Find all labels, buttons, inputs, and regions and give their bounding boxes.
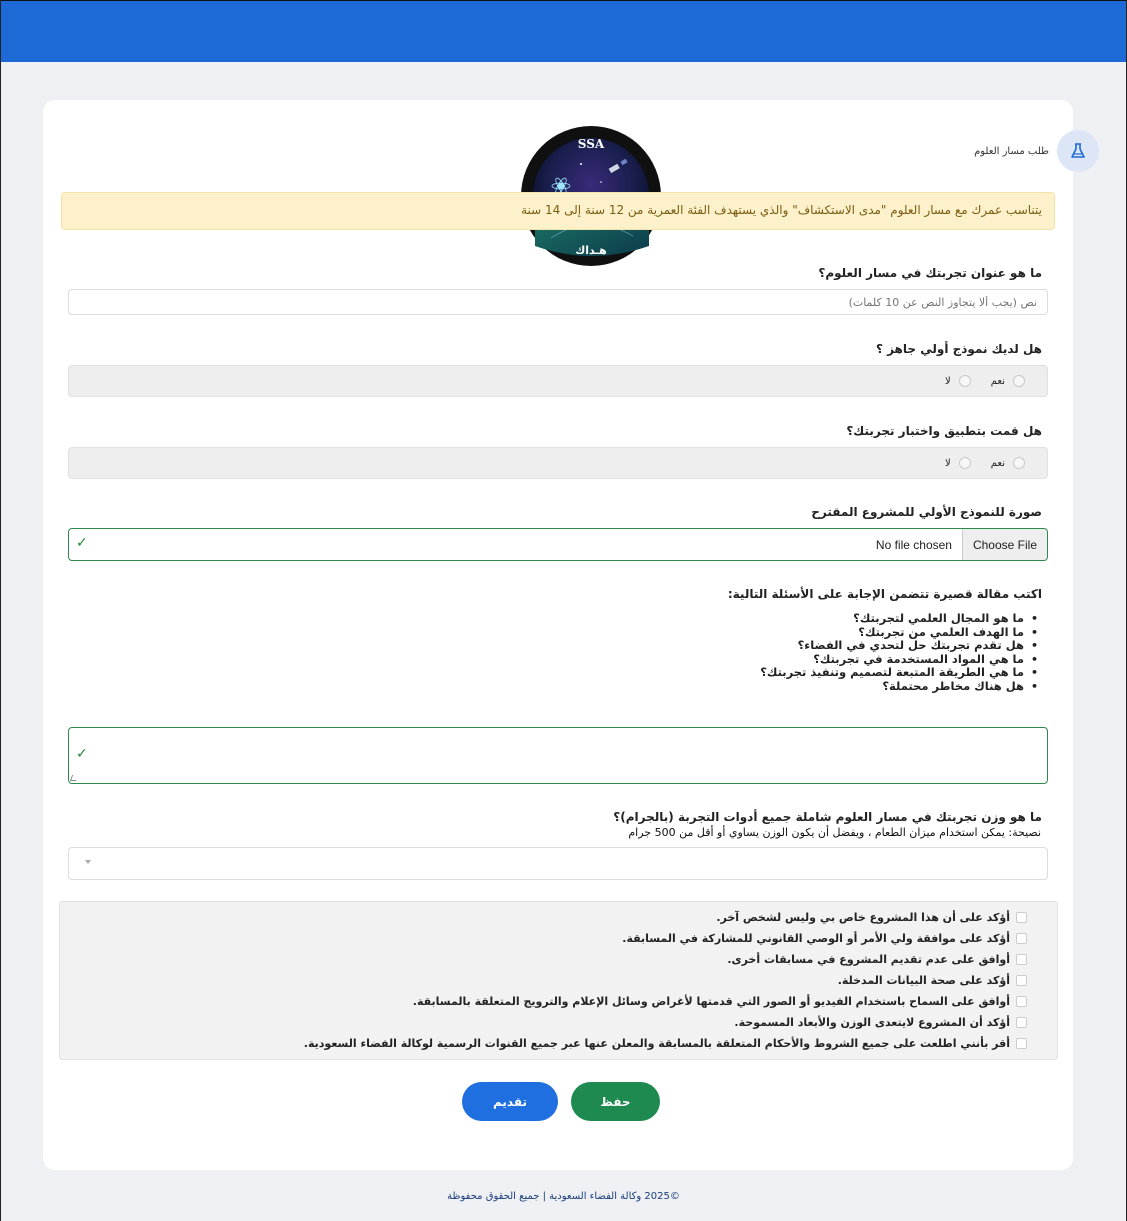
flask-icon — [1071, 143, 1085, 158]
agreement-item[interactable]: أؤكد على موافقة ولي الأمر أو الوصي القان… — [60, 928, 1057, 949]
tested-no-label: لا — [945, 457, 951, 469]
experiment-title-input[interactable] — [68, 289, 1048, 315]
essay-question-item: ما هو المجال العلمي لتجربتك؟ — [760, 611, 1042, 626]
upload-valid-check-icon: ✓ — [76, 535, 88, 551]
agreement-checkbox[interactable] — [1016, 912, 1027, 923]
choose-file-button[interactable]: Choose File — [961, 529, 1047, 560]
essay-question-item: هل تقدم تجربتك حل لتحدي في الفضاء؟ — [760, 639, 1042, 653]
essay-textarea[interactable]: ✓ — [68, 727, 1048, 784]
agreement-item[interactable]: أؤكد أن المشروع لايتعدى الوزن والأبعاد ا… — [60, 1012, 1057, 1033]
agreement-item[interactable]: أؤكد على أن هذا المشروع خاص بي وليس لشخص… — [60, 907, 1057, 928]
prototype-no-radio[interactable] — [958, 375, 971, 387]
weight-hint-text: نصيحة: يمكن استخدام ميزان الطعام ، ويفضل… — [628, 826, 1041, 839]
agreement-checkbox[interactable] — [1016, 1038, 1027, 1049]
tested-yes-option[interactable]: نعم — [991, 457, 1025, 469]
agreement-text: أؤكد على موافقة ولي الأمر أو الوصي القان… — [622, 932, 1010, 945]
tested-no-option[interactable]: لا — [945, 457, 971, 469]
form-header: طلب مسار العلوم — [974, 130, 1099, 172]
agreement-text: أؤكد أن المشروع لايتعدى الوزن والأبعاد ا… — [734, 1016, 1010, 1029]
agreement-text: أوافق على عدم تقديم المشروع في مسابقات أ… — [727, 953, 1010, 966]
form-title: طلب مسار العلوم — [974, 145, 1049, 157]
agreement-item[interactable]: أقر بأنني اطلعت على جميع الشروط والأحكام… — [60, 1033, 1057, 1054]
prototype-yes-option[interactable]: نعم — [991, 375, 1025, 387]
top-header-bar — [0, 0, 1127, 62]
prototype-radio-group: نعم لا — [68, 365, 1048, 397]
logo-bottom-text: هـداك — [575, 244, 607, 257]
essay-valid-check-icon: ✓ — [76, 746, 88, 762]
agreement-text: أقر بأنني اطلعت على جميع الشروط والأحكام… — [303, 1037, 1010, 1050]
prototype-yes-label: نعم — [990, 375, 1005, 387]
tested-radio-group: نعم لا — [68, 447, 1048, 479]
agreement-checkbox[interactable] — [1016, 975, 1027, 986]
prototype-image-upload[interactable]: Choose File No file chosen — [68, 528, 1048, 561]
weight-question-label: ما هو وزن تجربتك في مسار العلوم شاملة جم… — [613, 810, 1042, 824]
prototype-question-label: هل لديك نموذج أولي جاهز ؟ — [875, 342, 1042, 356]
essay-question-item: هل هناك مخاطر محتملة؟ — [760, 679, 1042, 694]
prototype-image-label: صورة للنموذج الأولي للمشروع المقترح — [811, 505, 1042, 519]
agreement-checkbox[interactable] — [1016, 933, 1027, 944]
chevron-down-icon[interactable] — [85, 860, 91, 864]
essay-question-item: ما الهدف العلمي من تجربتك؟ — [760, 625, 1042, 640]
agreement-checkbox[interactable] — [1016, 954, 1027, 965]
prototype-no-label: لا — [945, 375, 951, 387]
resize-grip-icon[interactable] — [69, 775, 79, 781]
essay-question-item: ما هي المواد المستخدمة في تجربتك؟ — [760, 652, 1042, 667]
prototype-no-option[interactable]: لا — [945, 375, 971, 387]
agreement-item[interactable]: أوافق على عدم تقديم المشروع في مسابقات أ… — [60, 949, 1057, 970]
agreement-checkbox[interactable] — [1016, 996, 1027, 1007]
save-button[interactable]: حفظ — [571, 1082, 660, 1121]
prototype-yes-radio[interactable] — [1013, 375, 1025, 387]
agreements-panel: أؤكد على أن هذا المشروع خاص بي وليس لشخص… — [59, 901, 1058, 1060]
footer-copyright: ©2025 وكالة الفضاء السعودية | جميع الحقو… — [447, 1191, 680, 1202]
logo-top-text: SSA — [578, 137, 605, 151]
flask-badge — [1057, 130, 1099, 172]
submit-button[interactable]: تقديم — [462, 1082, 558, 1121]
tested-yes-label: نعم — [990, 457, 1005, 469]
tested-no-radio[interactable] — [958, 457, 971, 469]
agreement-text: أؤكد على صحة البيانات المدخلة. — [837, 974, 1010, 987]
agreement-item[interactable]: أؤكد على صحة البيانات المدخلة. — [60, 970, 1057, 991]
essay-instructions-label: اكتب مقالة قصيرة تتضمن الإجابة على الأسئ… — [727, 587, 1042, 601]
agreement-text: أؤكد على أن هذا المشروع خاص بي وليس لشخص… — [716, 911, 1010, 924]
file-status-text: No file chosen — [875, 537, 952, 552]
agreement-checkbox[interactable] — [1016, 1017, 1027, 1028]
experiment-title-label: ما هو عنوان تجربتك في مسار العلوم؟ — [818, 266, 1042, 280]
weight-select[interactable] — [68, 847, 1048, 880]
tested-question-label: هل قمت بتطبيق واختبار تجربتك؟ — [846, 424, 1042, 438]
essay-questions-list: ما هو المجال العلمي لتجربتك؟ ما الهدف ال… — [760, 611, 1042, 694]
age-notice-text: يتناسب عمرك مع مسار العلوم "مدى الاستكشا… — [521, 203, 1042, 217]
agreement-text: أوافق على السماح باستخدام الفيديو أو الص… — [412, 995, 1010, 1008]
agreement-item[interactable]: أوافق على السماح باستخدام الفيديو أو الص… — [60, 991, 1057, 1012]
age-notice: يتناسب عمرك مع مسار العلوم "مدى الاستكشا… — [61, 192, 1055, 230]
tested-yes-radio[interactable] — [1013, 457, 1025, 469]
essay-question-item: ما هي الطريقة المتبعة لتصميم وتنفيذ تجرب… — [760, 666, 1042, 680]
